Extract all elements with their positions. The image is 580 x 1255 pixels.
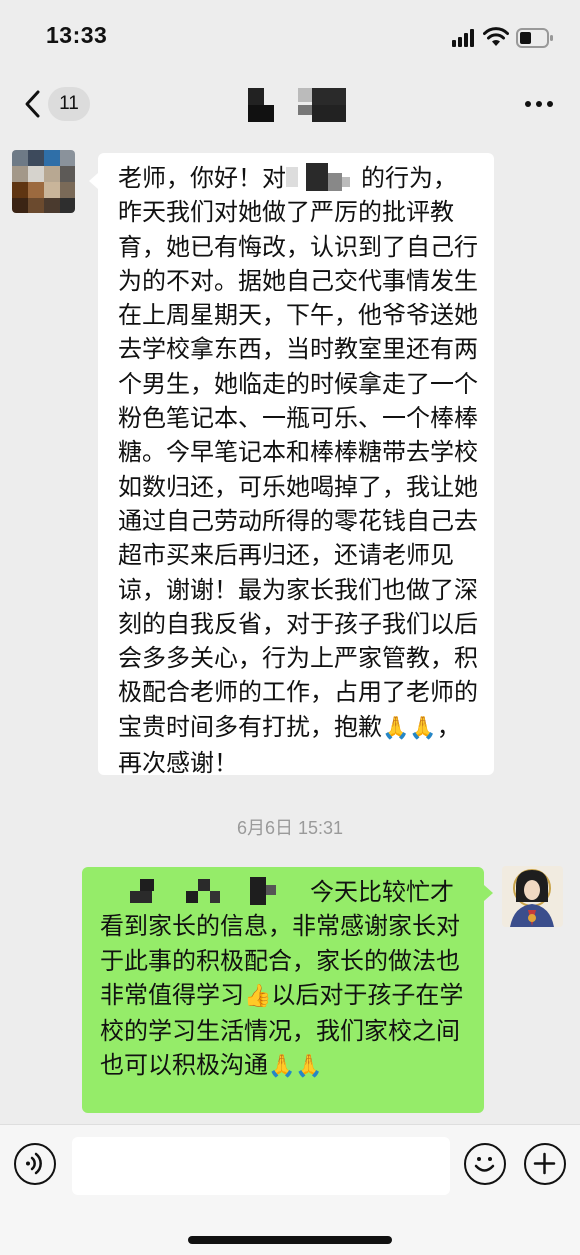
received-message-bubble[interactable]: 老师，你好！对 的行为，昨天我们对她做了严厉的批评教育，她已有悔改，认识到了自己行… (89, 153, 494, 777)
battery-icon (516, 28, 553, 48)
chevron-left-icon[interactable] (22, 89, 42, 119)
message-timestamp: 6月6日 15:31 (236, 818, 344, 838)
message-text-continued: 的行为，昨天我们对她做了严厉的批评教育，她已有悔改，认识到了自己行为的不对。据她… (118, 164, 478, 741)
chat-header: 11 (0, 76, 580, 134)
message-text: 老师，你好！对 (118, 164, 286, 192)
pray-emoji: 🙏🙏 (268, 1054, 323, 1080)
chat-title-redacted (248, 88, 348, 122)
more-functions-button[interactable] (524, 1143, 566, 1185)
status-time: 13:33 (46, 22, 108, 48)
home-indicator (188, 1236, 392, 1244)
sent-message-bubble[interactable]: 今天比较忙才看到家长的信息，非常感谢家长对于此事的积极配合，家长的做法也非常值得… (82, 867, 493, 1113)
cellular-signal-icon (452, 29, 476, 47)
more-dots-icon[interactable] (524, 100, 554, 108)
pray-emoji: 🙏🙏 (382, 715, 437, 741)
redacted-name (286, 163, 361, 191)
wifi-icon (483, 27, 509, 46)
voice-input-button[interactable] (14, 1143, 56, 1185)
sender-avatar[interactable] (12, 150, 75, 213)
message-input[interactable] (72, 1137, 450, 1195)
redacted-recipient-name (100, 877, 310, 905)
status-bar: 13:33 (0, 0, 580, 76)
own-avatar[interactable] (502, 866, 563, 927)
thumbs-up-emoji: 👍 (244, 983, 272, 1009)
plus-icon (533, 1152, 556, 1175)
voice-input-icon (26, 1152, 42, 1175)
emoji-face-icon (474, 1157, 495, 1172)
emoji-button[interactable] (464, 1143, 506, 1185)
unread-count-badge[interactable]: 11 (48, 87, 90, 121)
